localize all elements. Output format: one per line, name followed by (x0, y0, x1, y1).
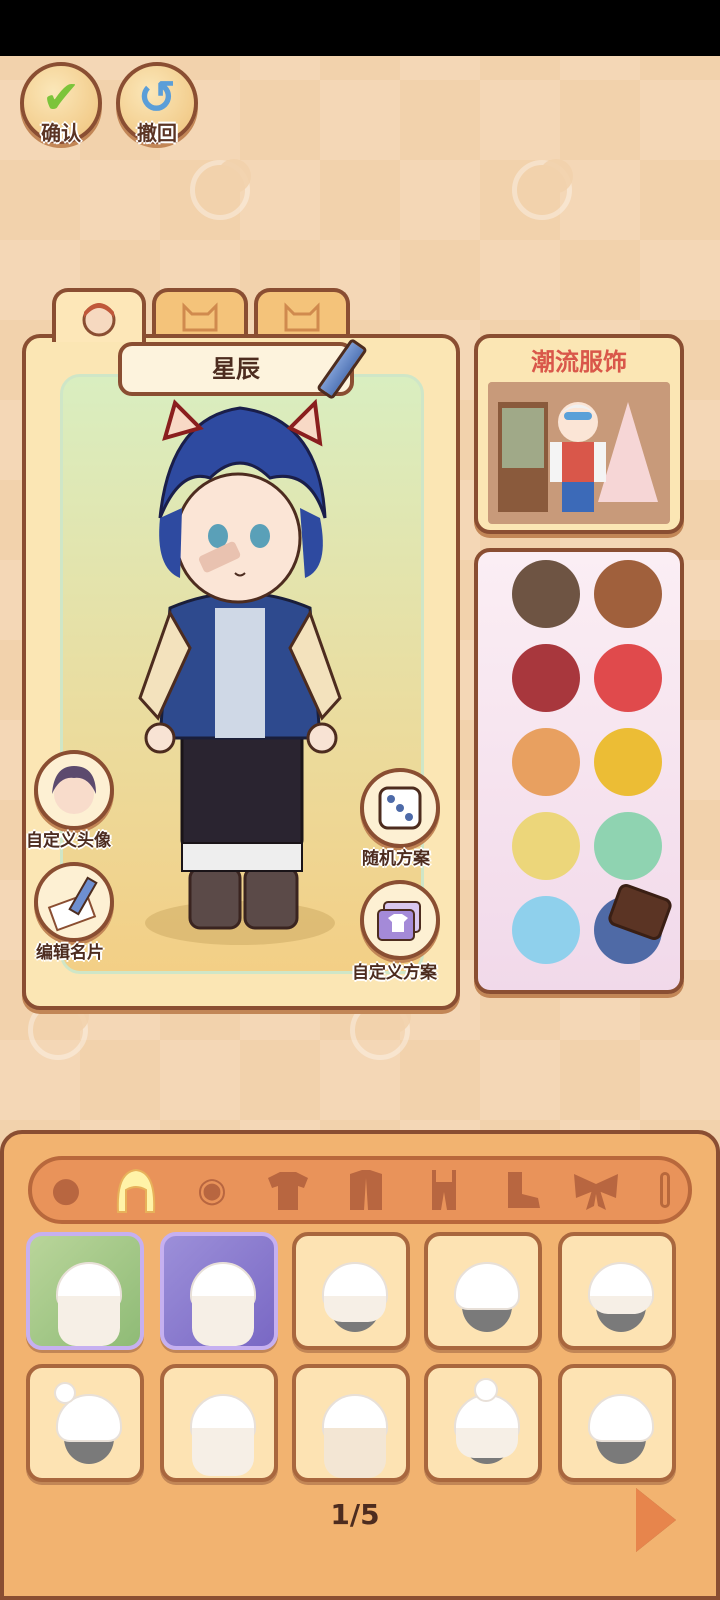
boot-icon (508, 1172, 540, 1208)
hair-category-glyph-icon (116, 1168, 156, 1213)
undo-arrow-icon: ↺ (137, 70, 177, 124)
pencil-card-icon (47, 876, 98, 932)
hair-item[interactable] (292, 1364, 410, 1482)
hair-bun (54, 1382, 76, 1404)
hair-preview-long (58, 1296, 120, 1346)
cat-face-icon (284, 302, 320, 332)
hair-preview-long (456, 1428, 518, 1458)
random-scheme-label: 随机方案 (362, 849, 430, 869)
hair-item[interactable] (26, 1232, 144, 1350)
confirm-label: 确认 (41, 121, 81, 145)
undo-button[interactable]: ↺ 撤回 (116, 62, 198, 145)
page-indicator: 1/5 (330, 1498, 380, 1531)
custom-avatar-label: 自定义头像 (26, 831, 111, 851)
custom-scheme-label: 自定义方案 (352, 963, 437, 983)
color-swatch[interactable] (594, 812, 662, 880)
edit-card-label: 编辑名片 (36, 943, 104, 963)
hair-preview-top (454, 1262, 520, 1310)
checkmark-icon: ✔ (41, 70, 81, 124)
hair-item[interactable] (160, 1232, 278, 1350)
hair-preview-long (590, 1296, 652, 1314)
color-swatch[interactable] (512, 560, 580, 628)
color-swatch[interactable] (512, 812, 580, 880)
eye-category-icon[interactable]: ◉ (182, 1162, 242, 1218)
tab-cat-pet-2[interactable] (254, 288, 350, 338)
character-name: 星辰 (212, 355, 260, 383)
color-swatch[interactable] (594, 560, 662, 628)
hair-item[interactable] (424, 1364, 542, 1482)
custom-avatar-button[interactable] (34, 750, 114, 830)
random-scheme-button[interactable] (360, 768, 440, 848)
hair-category-icon[interactable] (106, 1162, 166, 1218)
hair-item[interactable] (558, 1364, 676, 1482)
color-swatch[interactable] (512, 644, 580, 712)
character-face-icon (82, 303, 116, 337)
confirm-button[interactable]: ✔ 确认 (20, 62, 102, 145)
promo-title: 潮流服饰 (531, 348, 627, 376)
avatar-portrait-icon (52, 766, 96, 814)
color-swatch[interactable] (594, 644, 662, 712)
next-page-arrow-icon[interactable] (636, 1488, 676, 1552)
hair-item[interactable] (558, 1232, 676, 1350)
scroll-edge-indicator (660, 1172, 670, 1208)
color-swatch[interactable] (512, 728, 580, 796)
bow-accessory-icon[interactable] (566, 1162, 626, 1218)
hair-bun (474, 1378, 498, 1402)
hair-preview-long (192, 1428, 254, 1476)
trend-outfit-promo[interactable]: 潮流服饰 (474, 334, 684, 534)
hair-item[interactable] (424, 1232, 542, 1350)
undo-label: 撤回 (137, 121, 177, 145)
overalls-icon (432, 1170, 456, 1210)
hair-preview-long (192, 1296, 254, 1346)
promo-illustration (488, 382, 670, 524)
status-bar (0, 0, 720, 56)
hair-preview-long (324, 1428, 386, 1478)
coat-category-icon[interactable] (336, 1162, 396, 1218)
outfit-cards-icon (377, 901, 421, 941)
hair-item[interactable] (160, 1364, 278, 1482)
hair-item[interactable] (26, 1364, 144, 1482)
tab-cat-pet[interactable] (152, 288, 248, 338)
tab-character[interactable] (52, 288, 146, 342)
dice-icon (378, 786, 422, 830)
custom-scheme-button[interactable] (360, 880, 440, 960)
color-swatch[interactable] (512, 896, 580, 964)
tshirt-icon (268, 1172, 308, 1210)
hair-preview-top (588, 1394, 654, 1442)
moon-decoration-icon (190, 159, 251, 220)
character-avatar (138, 398, 342, 945)
hair-item[interactable] (292, 1232, 410, 1350)
moon-decoration-icon (512, 159, 573, 220)
bow-icon (574, 1174, 618, 1210)
face-category-icon[interactable]: ● (36, 1162, 96, 1218)
edit-card-button[interactable] (34, 862, 114, 942)
hair-preview-long (324, 1296, 386, 1322)
coat-icon (350, 1170, 382, 1210)
cat-face-icon (182, 302, 218, 332)
shoes-category-icon[interactable] (492, 1162, 552, 1218)
color-swatch[interactable] (594, 728, 662, 796)
pants-category-icon[interactable] (414, 1162, 474, 1218)
top-category-icon[interactable] (258, 1162, 318, 1218)
